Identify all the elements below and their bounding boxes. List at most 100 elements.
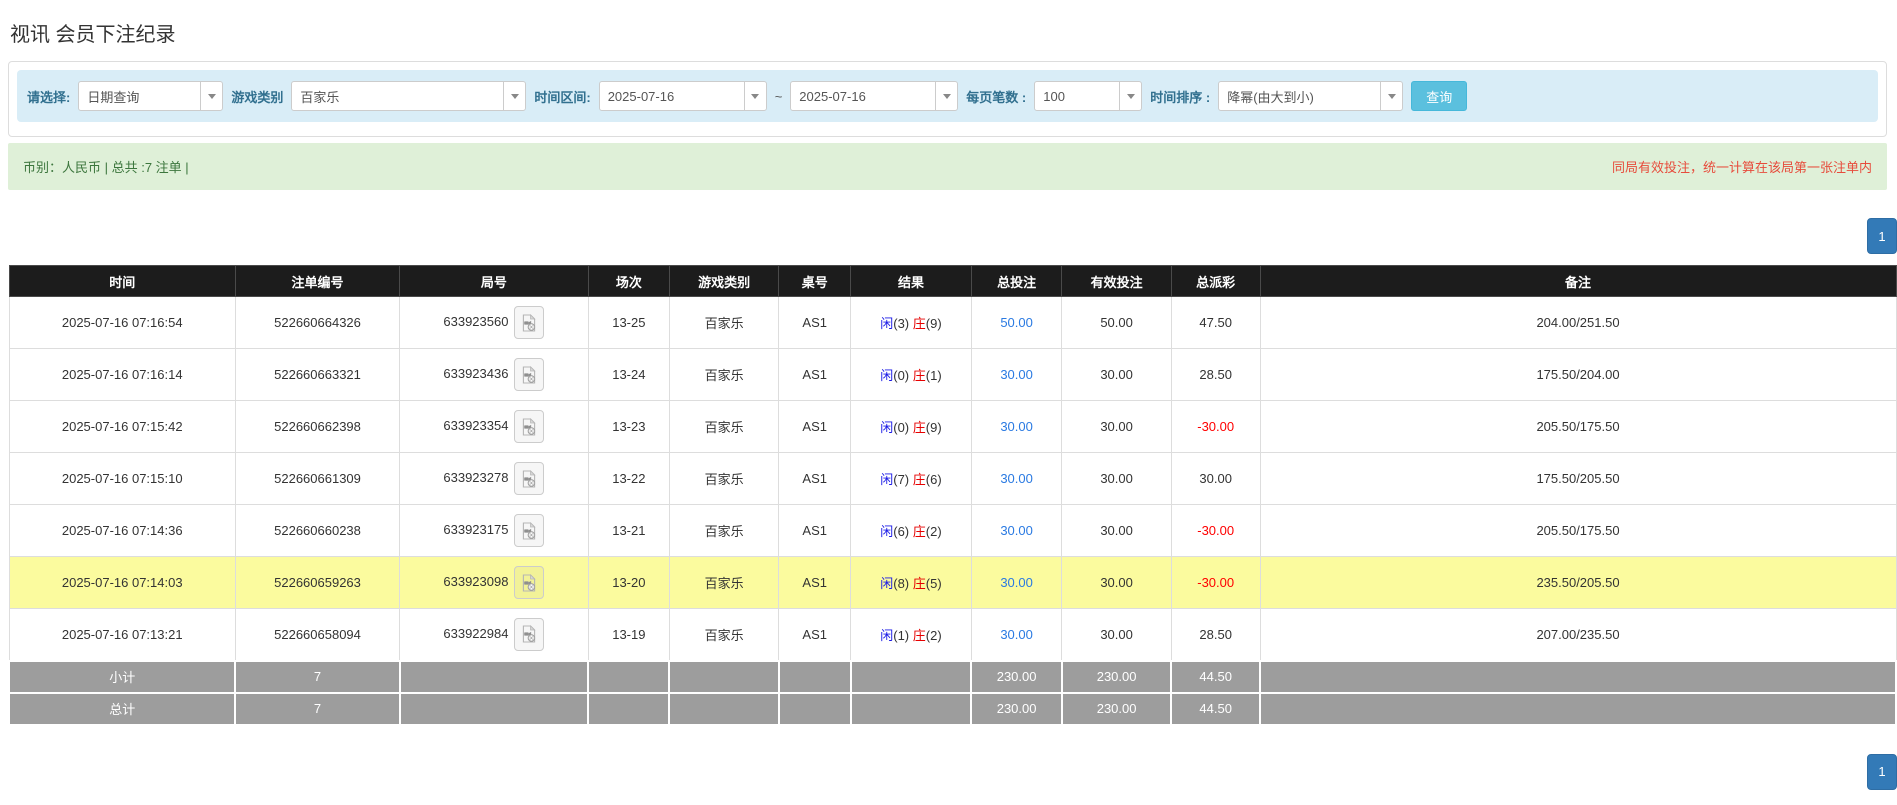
video-replay-button[interactable] <box>514 514 544 547</box>
col-header: 游戏类别 <box>669 266 778 297</box>
game-type-label: 游戏类别 <box>231 87 283 106</box>
game-type-select[interactable]: 百家乐 <box>291 81 526 111</box>
search-button[interactable]: 查询 <box>1411 81 1467 111</box>
round-id: 633923175 <box>443 522 508 537</box>
player-result: 闲 <box>880 420 893 435</box>
payout: 28.50 <box>1171 609 1260 661</box>
payout: 28.50 <box>1171 349 1260 401</box>
session: 13-24 <box>588 349 669 401</box>
result: 闲(0) 庄(1) <box>851 349 972 401</box>
player-score: (0) <box>893 420 909 435</box>
player-result: 闲 <box>880 628 893 643</box>
player-result: 闲 <box>880 576 893 591</box>
game-type-value: 百家乐 <box>292 87 503 106</box>
round-id: 633923560 <box>443 314 508 329</box>
video-replay-button[interactable] <box>514 410 544 443</box>
video-replay-button[interactable] <box>514 462 544 495</box>
result: 闲(6) 庄(2) <box>851 505 972 557</box>
payout: -30.00 <box>1171 401 1260 453</box>
total-bet-link[interactable]: 30.00 <box>1000 523 1033 538</box>
table-number: AS1 <box>779 557 851 609</box>
remark: 205.50/175.50 <box>1260 401 1896 453</box>
round-id: 633922984 <box>443 626 508 641</box>
video-replay-button[interactable] <box>514 566 544 599</box>
payout: -30.00 <box>1171 557 1260 609</box>
banker-score: (9) <box>926 420 942 435</box>
payout: 30.00 <box>1171 453 1260 505</box>
banker-score: (9) <box>926 316 942 331</box>
total-bet-link[interactable]: 30.00 <box>1000 471 1033 486</box>
player-score: (1) <box>893 628 909 643</box>
bet-id: 522660664326 <box>235 297 399 349</box>
filter-bar: 请选择: 日期查询 游戏类别 百家乐 时间区间: 2025-07-16 ~ 20… <box>17 70 1878 122</box>
video-replay-button[interactable] <box>514 358 544 391</box>
summary-empty-cell <box>779 693 851 725</box>
summary-payout: 44.50 <box>1171 661 1260 693</box>
page-size-select[interactable]: 100 <box>1034 81 1142 111</box>
total-bet: 30.00 <box>971 401 1062 453</box>
page-button-top[interactable]: 1 <box>1867 218 1897 254</box>
total-bet-link[interactable]: 30.00 <box>1000 575 1033 590</box>
col-header: 场次 <box>588 266 669 297</box>
summary-empty-cell <box>669 693 778 725</box>
total-bet-link[interactable]: 30.00 <box>1000 627 1033 642</box>
query-type-select[interactable]: 日期查询 <box>78 81 223 111</box>
player-score: (6) <box>893 524 909 539</box>
game-type: 百家乐 <box>669 557 778 609</box>
table-number: AS1 <box>779 609 851 661</box>
summary-empty-cell <box>1260 693 1896 725</box>
session: 13-20 <box>588 557 669 609</box>
game-type: 百家乐 <box>669 505 778 557</box>
banker-score: (1) <box>926 368 942 383</box>
player-result: 闲 <box>880 368 893 383</box>
summary-label: 小计 <box>9 661 235 693</box>
date-from-input[interactable]: 2025-07-16 <box>599 81 767 111</box>
chevron-down-icon <box>935 82 957 110</box>
summary-empty-cell <box>1260 661 1896 693</box>
total-bet-link[interactable]: 30.00 <box>1000 419 1033 434</box>
remark: 235.50/205.50 <box>1260 557 1896 609</box>
table-row: 2025-07-16 07:16:14522660663321633923436… <box>9 349 1896 401</box>
chevron-down-icon <box>1380 82 1402 110</box>
banker-score: (5) <box>926 576 942 591</box>
table-row: 2025-07-16 07:14:36522660660238633923175… <box>9 505 1896 557</box>
col-header: 桌号 <box>779 266 851 297</box>
summary-empty-cell <box>588 693 669 725</box>
date-to-input[interactable]: 2025-07-16 <box>790 81 958 111</box>
game-type: 百家乐 <box>669 349 778 401</box>
bet-id: 522660660238 <box>235 505 399 557</box>
total-bet: 50.00 <box>971 297 1062 349</box>
video-replay-button[interactable] <box>514 618 544 651</box>
page-button-bottom[interactable]: 1 <box>1867 754 1897 790</box>
total-bet-link[interactable]: 50.00 <box>1000 315 1033 330</box>
date-to-value: 2025-07-16 <box>791 89 935 104</box>
valid-bet: 30.00 <box>1062 609 1171 661</box>
table-header-row: 时间注单编号局号场次游戏类别桌号结果总投注有效投注总派彩备注 <box>9 266 1896 297</box>
summary-empty-cell <box>400 693 589 725</box>
bet-id: 522660663321 <box>235 349 399 401</box>
total-bet: 30.00 <box>971 505 1062 557</box>
valid-bet: 30.00 <box>1062 505 1171 557</box>
result: 闲(3) 庄(9) <box>851 297 972 349</box>
table-row: 2025-07-16 07:15:42522660662398633923354… <box>9 401 1896 453</box>
game-type: 百家乐 <box>669 297 778 349</box>
player-score: (3) <box>893 316 909 331</box>
video-replay-button[interactable] <box>514 306 544 339</box>
round-cell: 633923278 <box>400 453 589 505</box>
bet-id: 522660661309 <box>235 453 399 505</box>
video-file-icon <box>521 417 537 437</box>
total-bet-link[interactable]: 30.00 <box>1000 367 1033 382</box>
player-result: 闲 <box>880 524 893 539</box>
bet-time: 2025-07-16 07:13:21 <box>9 609 235 661</box>
summary-valid-bet: 230.00 <box>1062 661 1171 693</box>
valid-bet: 30.00 <box>1062 453 1171 505</box>
sort-select[interactable]: 降幂(由大到小) <box>1218 81 1403 111</box>
bet-time: 2025-07-16 07:14:03 <box>9 557 235 609</box>
player-result: 闲 <box>880 472 893 487</box>
page-title: 视讯 会员下注纪录 <box>10 18 1897 47</box>
player-result: 闲 <box>880 316 893 331</box>
video-file-icon <box>521 521 537 541</box>
table-number: AS1 <box>779 349 851 401</box>
round-cell: 633922984 <box>400 609 589 661</box>
note-text: 同局有效投注，统一计算在该局第一张注单内 <box>1612 157 1872 176</box>
